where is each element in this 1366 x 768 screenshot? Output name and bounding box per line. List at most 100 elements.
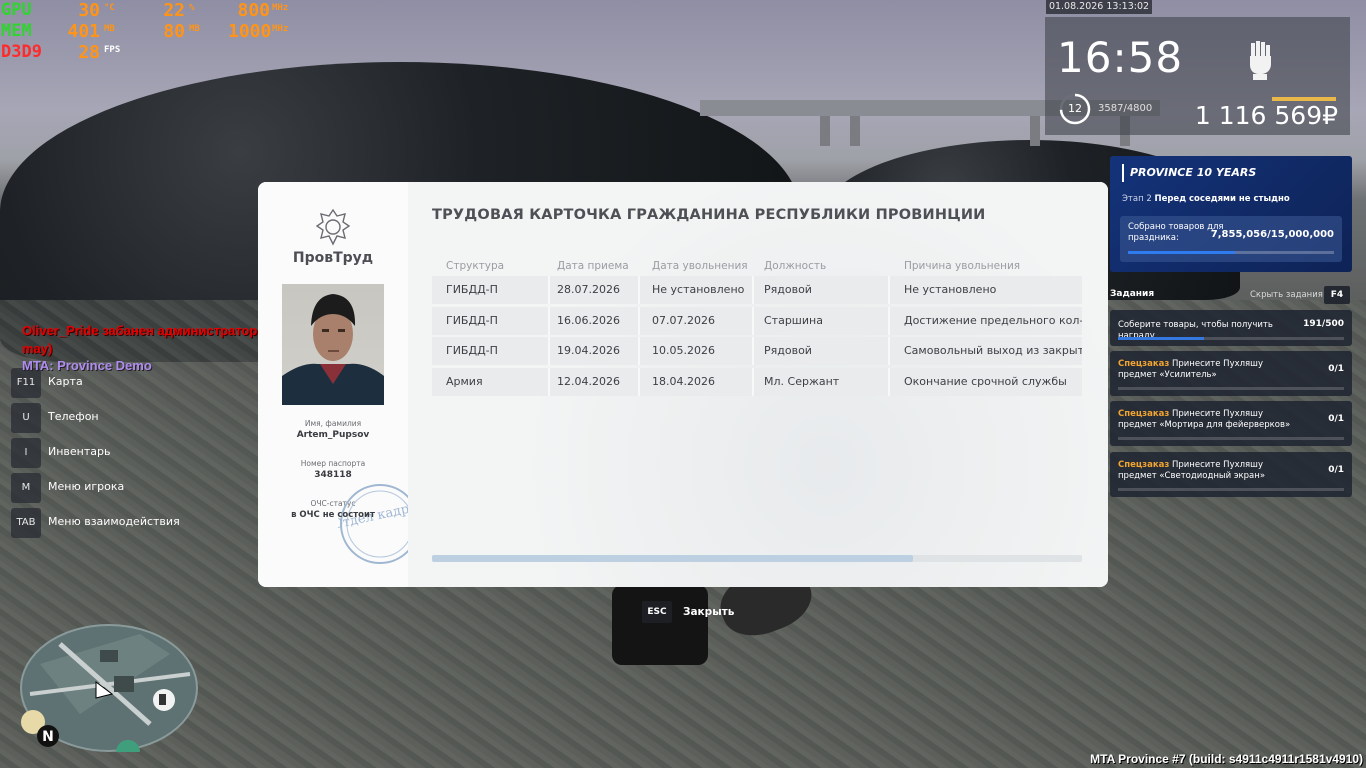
card-content: ТРУДОВАЯ КАРТОЧКА ГРАЖДАНИНА РЕСПУБЛИКИ … [408, 182, 1108, 587]
column-divider [548, 367, 550, 396]
quest-count: 0/1 [1328, 414, 1344, 424]
event-progress-bar [1128, 251, 1334, 254]
horizontal-scrollbar[interactable] [432, 555, 1082, 562]
column-divider [888, 276, 890, 304]
close-button[interactable]: Закрыть [683, 606, 734, 618]
quests-header: Задания Скрыть задания F4 [1110, 286, 1352, 304]
column-divider [548, 306, 550, 335]
passport-number: 348118 [314, 470, 352, 480]
level-number: 12 [1068, 102, 1082, 115]
xp-counter: 3587/4800 [1098, 103, 1153, 114]
perf-stat-value: 30 [78, 0, 100, 21]
quest-count: 191/500 [1303, 319, 1344, 329]
menu-item-i[interactable]: I Инвентарь [11, 438, 211, 468]
menu-item-m[interactable]: M Меню игрока [11, 473, 211, 503]
quest-count: 0/1 [1328, 465, 1344, 475]
org-name: ПровТруд [292, 250, 374, 266]
quests-hide-button[interactable]: Скрыть задания [1250, 290, 1323, 300]
fist-icon [1250, 41, 1271, 80]
quest-item[interactable]: Соберите товары, чтобы получить награду 1… [1110, 310, 1352, 346]
column-divider [548, 337, 550, 365]
table-row: Армия 12.04.2026 18.04.2026 Мл. Сержант Окон… [432, 367, 1082, 396]
close-hotkey[interactable]: ESC [642, 601, 672, 623]
table-cell: ГИБДД-П [446, 313, 498, 327]
column-divider [548, 276, 550, 304]
quest-progress-bar [1118, 387, 1344, 390]
event-box-value: 7,855,056/15,000,000 [1210, 229, 1334, 240]
player-character [612, 585, 708, 665]
table-cell: Не установлено [652, 283, 745, 296]
minimap[interactable]: N [20, 624, 198, 752]
table-cell: Достижение предельного кол-ва д [904, 313, 1082, 327]
menu-label: Меню взаимодействия [48, 515, 180, 528]
event-progress-box: Собрано товаров для праздника: 7,855,056… [1120, 216, 1342, 262]
column-header: Должность [764, 260, 827, 272]
perf-stat-unit: % [189, 3, 195, 13]
column-divider [752, 367, 754, 396]
table-cell: 12.04.2026 [557, 374, 620, 388]
table-cell: Мл. Сержант [764, 374, 840, 388]
quest-text: Спецзаказ Принесите Пухляшу предмет «Уси… [1118, 359, 1298, 381]
event-panel[interactable]: PROVINCE 10 YEARS Этап 2 Перед соседями … [1110, 156, 1352, 272]
table-header: Структура Дата приема Дата увольнения Должн… [432, 260, 1082, 276]
column-divider [638, 367, 640, 396]
quest-progress-bar [1118, 337, 1344, 340]
perf-stat-unit: MHz [272, 3, 289, 13]
quest-item[interactable]: Спецзаказ Принесите Пухляшу предмет «Све… [1110, 452, 1352, 497]
perf-stat-unit: FPS [104, 45, 121, 55]
column-divider [888, 337, 890, 365]
quests-hotkey[interactable]: F4 [1324, 286, 1350, 304]
quest-count: 0/1 [1328, 364, 1344, 374]
perf-stat-name: MEM [1, 21, 32, 41]
menu-hotkey[interactable]: M [11, 473, 41, 503]
citizen-name: Artem_Pupsov [296, 430, 370, 440]
quest-progress-bar [1118, 437, 1344, 440]
column-divider [638, 306, 640, 335]
scrollbar-thumb[interactable] [432, 555, 913, 562]
menu-label: Инвентарь [48, 445, 111, 458]
coat-of-arms-icon [315, 208, 351, 246]
citizen-photo [282, 284, 384, 405]
column-divider [752, 306, 754, 335]
quest-text: Спецзаказ Принесите Пухляшу предмет «Све… [1118, 460, 1298, 482]
perf-stat-name: GPU [1, 0, 32, 20]
event-title: PROVINCE 10 YEARS [1122, 164, 1262, 182]
perf-stat-value: 80 [163, 21, 185, 42]
column-divider [752, 337, 754, 365]
quest-progress-fill [1118, 337, 1204, 340]
table-cell: Рядовой [764, 283, 812, 296]
table-row: ГИБДД-П 28.07.2026 Не установлено Рядовой Не… [432, 276, 1082, 304]
table-cell: 19.04.2026 [557, 344, 620, 357]
table-cell: ГИБДД-П [446, 344, 498, 357]
column-divider [888, 367, 890, 396]
event-stage-label: Этап 2 [1122, 194, 1152, 204]
quest-progress-bar [1118, 488, 1344, 491]
menu-hotkey[interactable]: U [11, 403, 41, 433]
table-cell: 10.05.2026 [652, 344, 715, 357]
perf-stat-value: 28 [78, 42, 100, 63]
money-balance: 1 116 569₽ [1194, 101, 1338, 130]
quest-tag: Спецзаказ [1118, 359, 1170, 369]
event-progress-fill [1128, 251, 1236, 254]
table-cell: 16.06.2026 [557, 313, 620, 327]
perf-stat-unit: °C [104, 3, 115, 13]
build-info: MTA Province #7 (build: s4911c4911r1581v… [1090, 752, 1363, 766]
perf-stat-value: 1000 [228, 21, 272, 42]
menu-hotkey[interactable]: TAB [11, 508, 41, 538]
quest-item[interactable]: Спецзаказ Принесите Пухляшу предмет «Мор… [1110, 401, 1352, 446]
table-cell: Старшина [764, 313, 823, 327]
quest-tag: Спецзаказ [1118, 409, 1170, 419]
table-cell: Рядовой [764, 344, 812, 357]
column-header: Причина увольнения [904, 260, 1021, 272]
ochs-status: в ОЧС не состоит [291, 510, 375, 520]
quests-title: Задания [1110, 289, 1155, 299]
menu-item-u[interactable]: U Телефон [11, 403, 211, 433]
perf-stat-value: 401 [67, 21, 100, 42]
svg-text:N: N [42, 729, 54, 745]
menu-item-tab[interactable]: TAB Меню взаимодействия [11, 508, 211, 538]
table-cell: ГИБДД-П [446, 283, 498, 296]
menu-hotkey[interactable]: I [11, 438, 41, 468]
name-label: Имя, фамилия [304, 419, 362, 428]
card-sidebar: ПровТруд Имя, фамилия Artem_Pupsov Номер… [258, 182, 422, 587]
quest-item[interactable]: Спецзаказ Принесите Пухляшу предмет «Уси… [1110, 351, 1352, 396]
